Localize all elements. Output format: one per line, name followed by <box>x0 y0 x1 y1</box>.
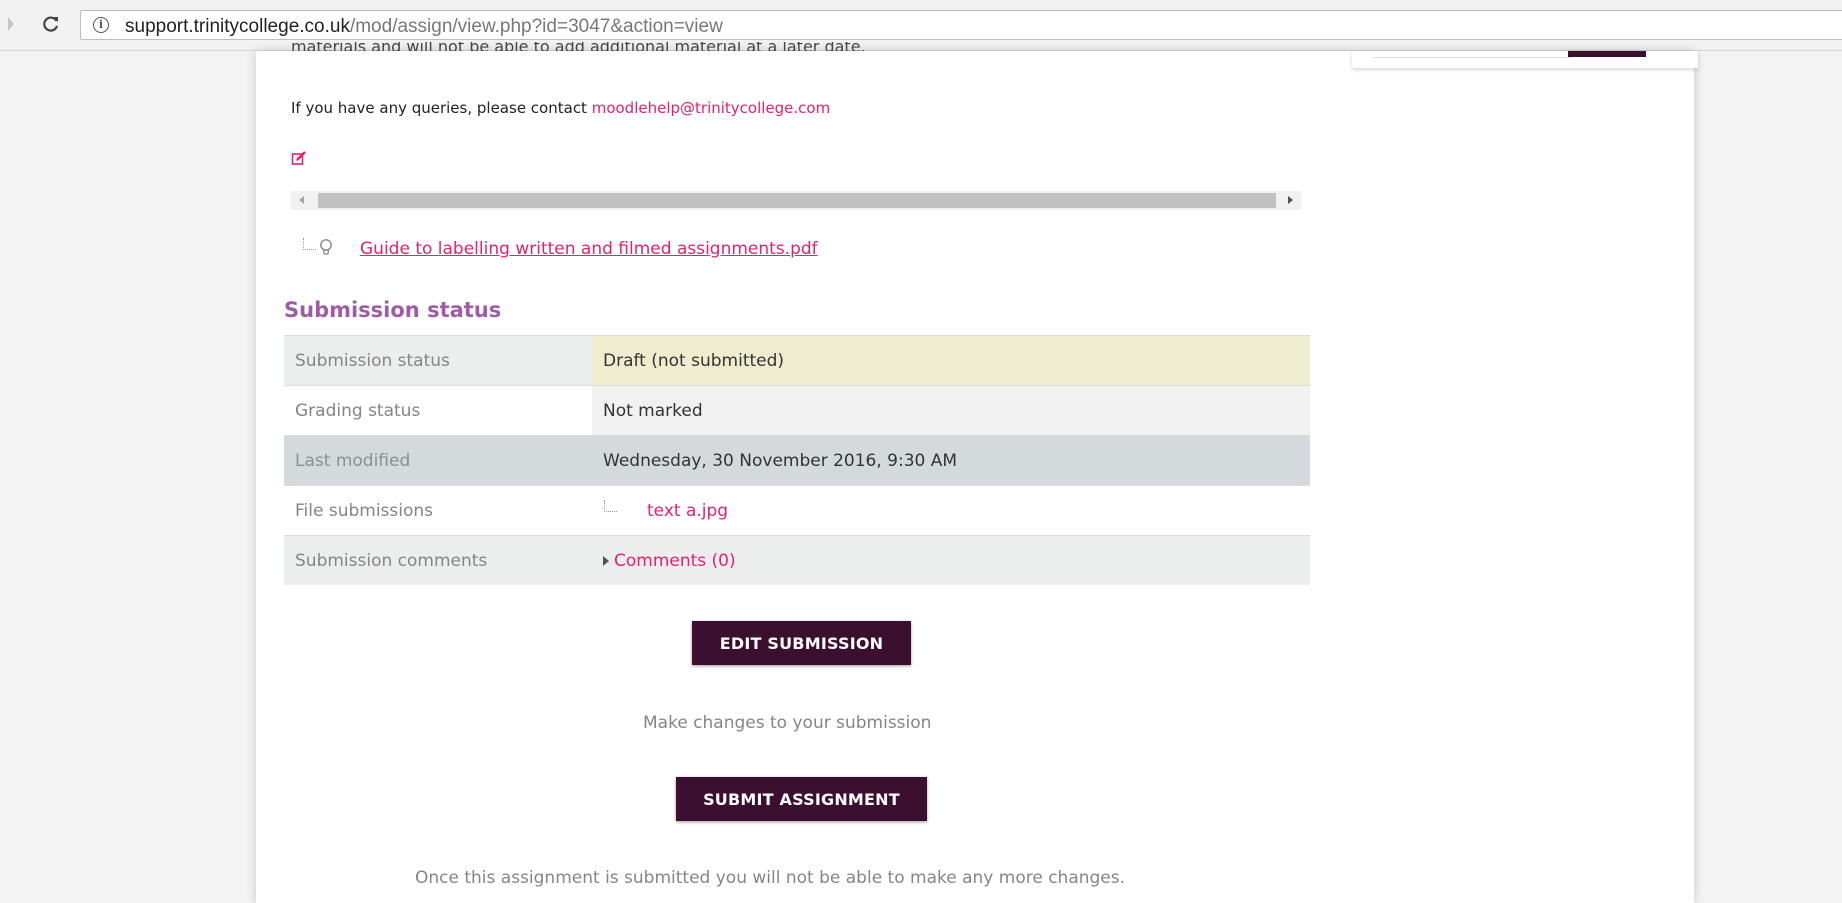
row-value: text a.jpg <box>592 485 1310 536</box>
url-host: support.trinitycollege.co.uk <box>125 16 350 37</box>
attachment-link[interactable]: Guide to labelling written and filmed as… <box>360 239 818 259</box>
scroll-right-icon[interactable] <box>1288 196 1293 204</box>
url-text: support.trinitycollege.co.uk/mod/assign/… <box>125 16 723 38</box>
edit-icon[interactable] <box>291 150 307 166</box>
lightbulb-icon <box>318 238 334 258</box>
row-label: Last modified <box>284 435 592 486</box>
row-value: Draft (not submitted) <box>592 335 1310 386</box>
section-title: Submission status <box>284 298 502 322</box>
url-path: /mod/assign/view.php?id=3047&action=view <box>349 16 723 37</box>
browser-toolbar: i support.trinitycollege.co.uk/mod/assig… <box>0 0 1842 51</box>
row-value: Comments (0) <box>592 535 1310 585</box>
expand-triangle-icon[interactable] <box>603 555 609 566</box>
row-value: Wednesday, 30 November 2016, 9:30 AM <box>592 435 1310 486</box>
edit-submission-button[interactable]: EDIT SUBMISSION <box>692 621 911 665</box>
scroll-left-icon[interactable] <box>299 196 304 204</box>
search-block <box>1352 51 1698 68</box>
address-bar[interactable]: i support.trinitycollege.co.uk/mod/assig… <box>80 10 1842 40</box>
info-icon[interactable]: i <box>93 17 109 33</box>
submit-assignment-button[interactable]: SUBMIT ASSIGNMENT <box>676 777 927 821</box>
table-row: Submission status Draft (not submitted) <box>284 335 1310 386</box>
query-prefix: If you have any queries, please contact <box>291 99 592 117</box>
submit-help-text: Once this assignment is submitted you wi… <box>415 868 1126 888</box>
search-button[interactable] <box>1568 51 1646 57</box>
tree-connector-icon <box>303 238 316 250</box>
row-value: Not marked <box>592 385 1310 436</box>
tree-connector-icon <box>604 499 617 512</box>
contact-email-link[interactable]: moodlehelp@trinitycollege.com <box>592 99 831 117</box>
table-row: Grading status Not marked <box>284 385 1310 436</box>
table-row: Submission comments Comments (0) <box>284 535 1310 585</box>
edit-help-text: Make changes to your submission <box>643 713 932 733</box>
row-label: Grading status <box>284 385 592 436</box>
row-label: Submission comments <box>284 535 592 585</box>
back-arrow-icon[interactable] <box>8 17 14 31</box>
row-label: File submissions <box>284 485 592 536</box>
reload-icon[interactable] <box>38 11 64 37</box>
horizontal-scrollbar[interactable] <box>291 191 1301 210</box>
intro-cut-text: materials and will not be able to add ad… <box>291 42 866 51</box>
comments-link[interactable]: Comments (0) <box>614 551 736 571</box>
submission-status-table: Submission status Draft (not submitted) … <box>284 335 1310 585</box>
search-input[interactable] <box>1372 51 1572 58</box>
table-row: Last modified Wednesday, 30 November 201… <box>284 435 1310 486</box>
file-link[interactable]: text a.jpg <box>647 501 728 521</box>
scrollbar-thumb[interactable] <box>318 193 1276 208</box>
query-text: If you have any queries, please contact … <box>291 99 830 117</box>
table-row: File submissions text a.jpg <box>284 485 1310 536</box>
row-label: Submission status <box>284 335 592 386</box>
